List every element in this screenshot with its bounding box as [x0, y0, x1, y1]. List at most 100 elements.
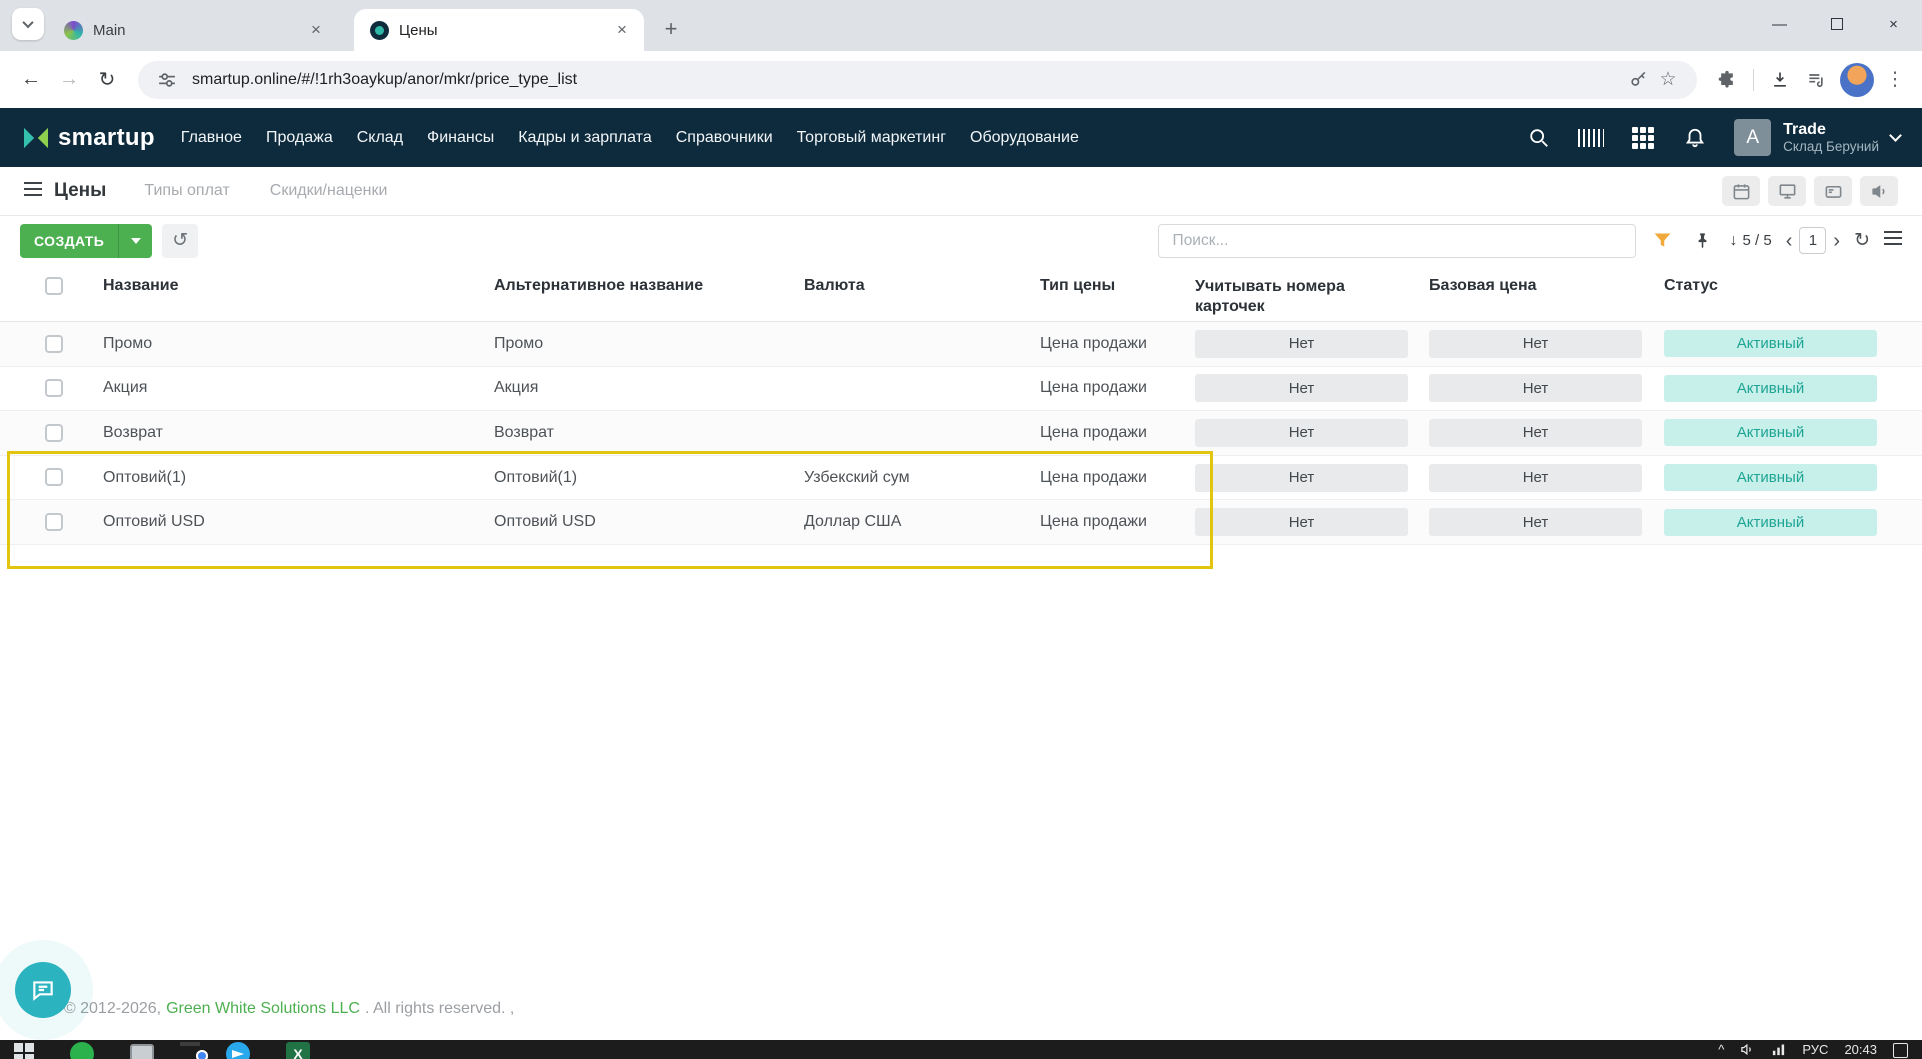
browser-profile-avatar[interactable]: [1840, 62, 1874, 97]
row-checkbox[interactable]: [45, 423, 63, 442]
pin-icon[interactable]: [1690, 228, 1716, 254]
badge-card-icon[interactable]: [1814, 176, 1852, 206]
extensions-puzzle-icon[interactable]: [1709, 62, 1745, 98]
prev-page-button[interactable]: ‹: [1786, 231, 1793, 251]
barcode-icon[interactable]: [1578, 125, 1605, 151]
base-price-badge: Нет: [1429, 329, 1642, 358]
browser-tab-prices[interactable]: Цены ×: [354, 9, 644, 51]
user-company: Trade: [1783, 120, 1826, 138]
tab-close-icon[interactable]: ×: [306, 20, 326, 40]
download-arrow-icon[interactable]: ↓: [1730, 232, 1738, 250]
app-header: smartup Главное Продажа Склад Финансы Ка…: [0, 108, 1922, 167]
browser-menu-icon[interactable]: ⋮: [1880, 68, 1910, 91]
cell-price-type: Цена продажи: [1040, 423, 1147, 441]
nav-item-equipment[interactable]: Оборудование: [970, 129, 1079, 147]
downloads-icon[interactable]: [1762, 62, 1798, 98]
media-list-icon[interactable]: [1798, 62, 1834, 98]
url-text[interactable]: smartup.online/#/!1rh3oaykup/anor/mkr/pr…: [192, 71, 1623, 89]
apps-grid-icon[interactable]: [1630, 125, 1656, 151]
browser-tab-main[interactable]: Main ×: [48, 9, 338, 51]
megaphone-icon[interactable]: [1860, 176, 1898, 206]
cell-price-type: Цена продажи: [1040, 513, 1147, 531]
filter-funnel-icon[interactable]: [1650, 228, 1676, 254]
bookmark-star-icon[interactable]: ☆: [1653, 65, 1683, 95]
search-icon[interactable]: [1526, 125, 1552, 151]
nav-item-references[interactable]: Справочники: [676, 129, 773, 147]
start-button[interactable]: [14, 1043, 34, 1059]
chrome-taskbar-icon[interactable]: [180, 1042, 200, 1046]
language-indicator[interactable]: РУС: [1802, 1042, 1828, 1057]
tab-discounts[interactable]: Скидки/наценки: [270, 182, 388, 200]
tab-favicon-prices: [370, 20, 389, 40]
taskbar-app-icon[interactable]: [70, 1042, 94, 1059]
tray-expand-icon[interactable]: ^: [1718, 1042, 1724, 1057]
new-tab-button[interactable]: +: [654, 12, 688, 46]
telegram-icon[interactable]: [226, 1042, 250, 1059]
minimize-button[interactable]: —: [1751, 0, 1808, 48]
cell-name: Оптовий(1): [103, 468, 187, 486]
action-center-icon[interactable]: [1893, 1043, 1908, 1058]
table-row[interactable]: Возврат Возврат Цена продажи Нет Нет Акт…: [0, 411, 1922, 456]
header-alt-name[interactable]: Альтернативное название: [494, 277, 804, 295]
omnibox[interactable]: smartup.online/#/!1rh3oaykup/anor/mkr/pr…: [138, 60, 1697, 99]
calendar-icon[interactable]: [1722, 176, 1760, 206]
excel-icon[interactable]: X: [286, 1042, 310, 1059]
nav-item-sales[interactable]: Продажа: [266, 129, 333, 147]
base-price-badge: Нет: [1429, 374, 1642, 403]
nav-item-trade-marketing[interactable]: Торговый маркетинг: [797, 129, 946, 147]
next-page-button[interactable]: ›: [1833, 231, 1840, 251]
nav-item-warehouse[interactable]: Склад: [357, 129, 403, 147]
create-button[interactable]: СОЗДАТЬ: [20, 223, 153, 258]
tab-payment-types[interactable]: Типы оплат: [144, 182, 229, 200]
create-dropdown-button[interactable]: [118, 223, 153, 258]
table-row[interactable]: Акция Акция Цена продажи Нет Нет Активны…: [0, 367, 1922, 412]
refresh-button[interactable]: ↻: [1854, 229, 1870, 252]
site-info-icon[interactable]: [152, 65, 182, 95]
nav-item-hr[interactable]: Кадры и зарплата: [518, 129, 652, 147]
row-checkbox[interactable]: [45, 468, 63, 487]
back-button[interactable]: ←: [12, 61, 50, 99]
nav-item-finance[interactable]: Финансы: [427, 129, 494, 147]
forward-button[interactable]: →: [50, 61, 88, 99]
user-menu[interactable]: A Trade Склад Беруний: [1734, 119, 1902, 156]
select-all-checkbox[interactable]: [45, 277, 63, 295]
maximize-button[interactable]: [1808, 0, 1865, 48]
list-menu-button[interactable]: [1884, 231, 1902, 250]
table-row-highlighted[interactable]: Оптовий(1) Оптовий(1) Узбекский сум Цена…: [0, 456, 1922, 501]
tab-close-icon[interactable]: ×: [612, 20, 632, 40]
company-link[interactable]: Green White Solutions LLC: [166, 1000, 360, 1018]
clock[interactable]: 20:43: [1844, 1042, 1877, 1057]
user-branch: Склад Беруний: [1783, 138, 1879, 154]
header-price-type[interactable]: Тип цены: [1040, 277, 1195, 295]
nav-item-main[interactable]: Главное: [181, 129, 242, 147]
reload-button[interactable]: ↻: [88, 61, 126, 99]
status-badge: Активный: [1664, 330, 1877, 358]
speaker-icon[interactable]: [1740, 1042, 1755, 1057]
search-input[interactable]: [1157, 223, 1636, 258]
row-checkbox[interactable]: [45, 513, 63, 532]
header-status[interactable]: Статус: [1664, 277, 1922, 295]
row-checkbox[interactable]: [45, 334, 63, 353]
page-title: Цены: [54, 180, 107, 201]
header-name[interactable]: Название: [103, 277, 494, 295]
close-window-button[interactable]: ×: [1865, 0, 1922, 48]
row-checkbox[interactable]: [45, 379, 63, 398]
display-icon[interactable]: [1768, 176, 1806, 206]
network-icon[interactable]: [1771, 1042, 1786, 1057]
bell-icon[interactable]: [1682, 125, 1708, 151]
smartup-logo[interactable]: smartup: [22, 124, 155, 152]
table-row-highlighted[interactable]: Оптовий USD Оптовий USD Доллар США Цена …: [0, 500, 1922, 545]
header-currency[interactable]: Валюта: [804, 277, 1040, 295]
menu-toggle-icon[interactable]: [24, 181, 42, 201]
tab-search-button[interactable]: [12, 8, 44, 40]
create-button-label: СОЗДАТЬ: [20, 223, 119, 258]
password-key-icon[interactable]: [1623, 65, 1653, 95]
chat-widget-button[interactable]: [15, 962, 71, 1018]
table-row[interactable]: Промо Промо Цена продажи Нет Нет Активны…: [0, 322, 1922, 367]
file-explorer-icon[interactable]: [130, 1044, 154, 1059]
header-base-price[interactable]: Базовая цена: [1429, 277, 1664, 295]
history-button[interactable]: ↺: [162, 223, 199, 258]
header-card-numbers[interactable]: Учитывать номера карточек: [1195, 277, 1370, 317]
chevron-down-icon: [1889, 128, 1902, 142]
page-number[interactable]: 1: [1799, 227, 1827, 254]
